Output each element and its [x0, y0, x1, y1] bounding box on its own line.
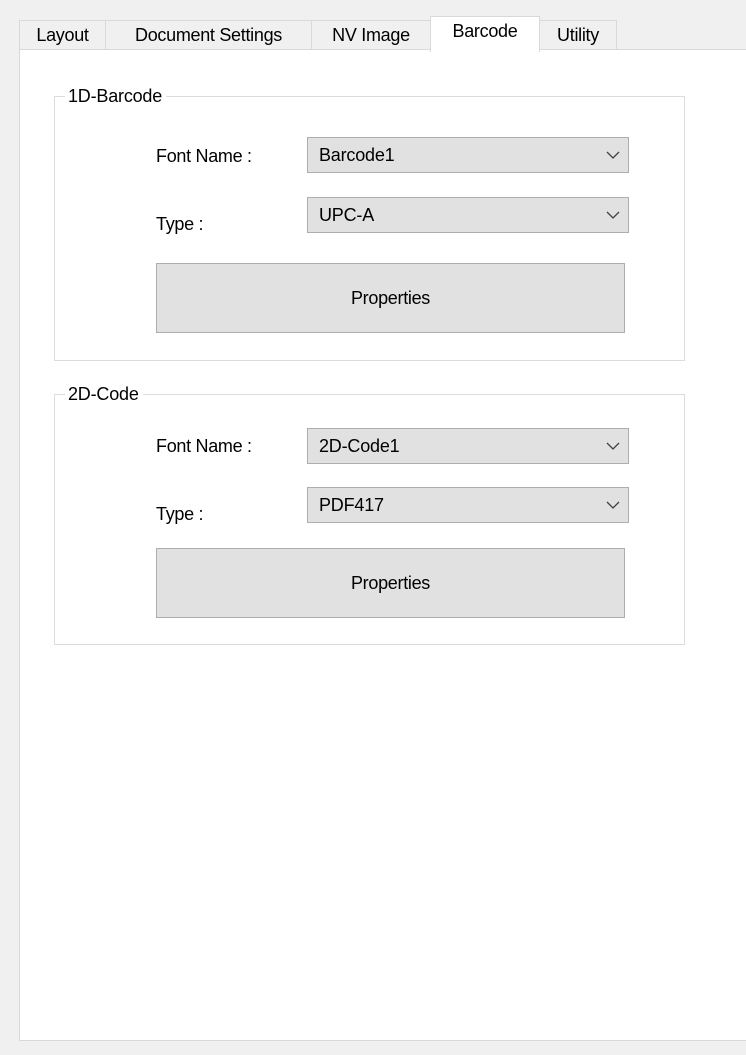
chevron-down-icon[interactable]	[598, 138, 628, 172]
tab-nv-image[interactable]: NV Image	[311, 20, 431, 50]
group-title-1d-barcode: 1D-Barcode	[65, 84, 167, 108]
font-name-value: 2D-Code1	[319, 435, 400, 456]
tab-barcode[interactable]: Barcode	[430, 16, 540, 52]
tab-utility[interactable]: Utility	[539, 20, 617, 50]
type-value: PDF417	[319, 494, 384, 515]
type-value: UPC-A	[319, 204, 375, 225]
font-name-select[interactable]: Barcode1	[307, 137, 629, 173]
group-2d-code: 2D-Code Font Name : 2D-Code1 Type : PDF4…	[54, 382, 685, 645]
type-select[interactable]: PDF417	[307, 487, 629, 523]
type-label: Type :	[156, 504, 204, 524]
chevron-down-icon[interactable]	[598, 429, 628, 463]
barcode-tab-panel: 1D-Barcode Font Name : Barcode1 Type : U…	[19, 49, 746, 1041]
tab-layout[interactable]: Layout	[19, 20, 106, 50]
group-title-2d-code: 2D-Code	[65, 382, 143, 406]
tab-strip: Layout Document Settings NV Image Barcod…	[19, 16, 746, 52]
font-name-label: Font Name :	[156, 146, 252, 166]
barcode-settings-window: Layout Document Settings NV Image Barcod…	[0, 0, 746, 1055]
font-name-select[interactable]: 2D-Code1	[307, 428, 629, 464]
chevron-down-icon[interactable]	[598, 198, 628, 232]
font-name-value: Barcode1	[319, 144, 395, 165]
tab-document-settings[interactable]: Document Settings	[105, 20, 312, 50]
properties-button[interactable]: Properties	[156, 548, 625, 618]
font-name-label: Font Name :	[156, 436, 252, 456]
type-label: Type :	[156, 214, 204, 234]
type-select[interactable]: UPC-A	[307, 197, 629, 233]
chevron-down-icon[interactable]	[598, 488, 628, 522]
group-1d-barcode: 1D-Barcode Font Name : Barcode1 Type : U…	[54, 84, 685, 361]
properties-button[interactable]: Properties	[156, 263, 625, 333]
